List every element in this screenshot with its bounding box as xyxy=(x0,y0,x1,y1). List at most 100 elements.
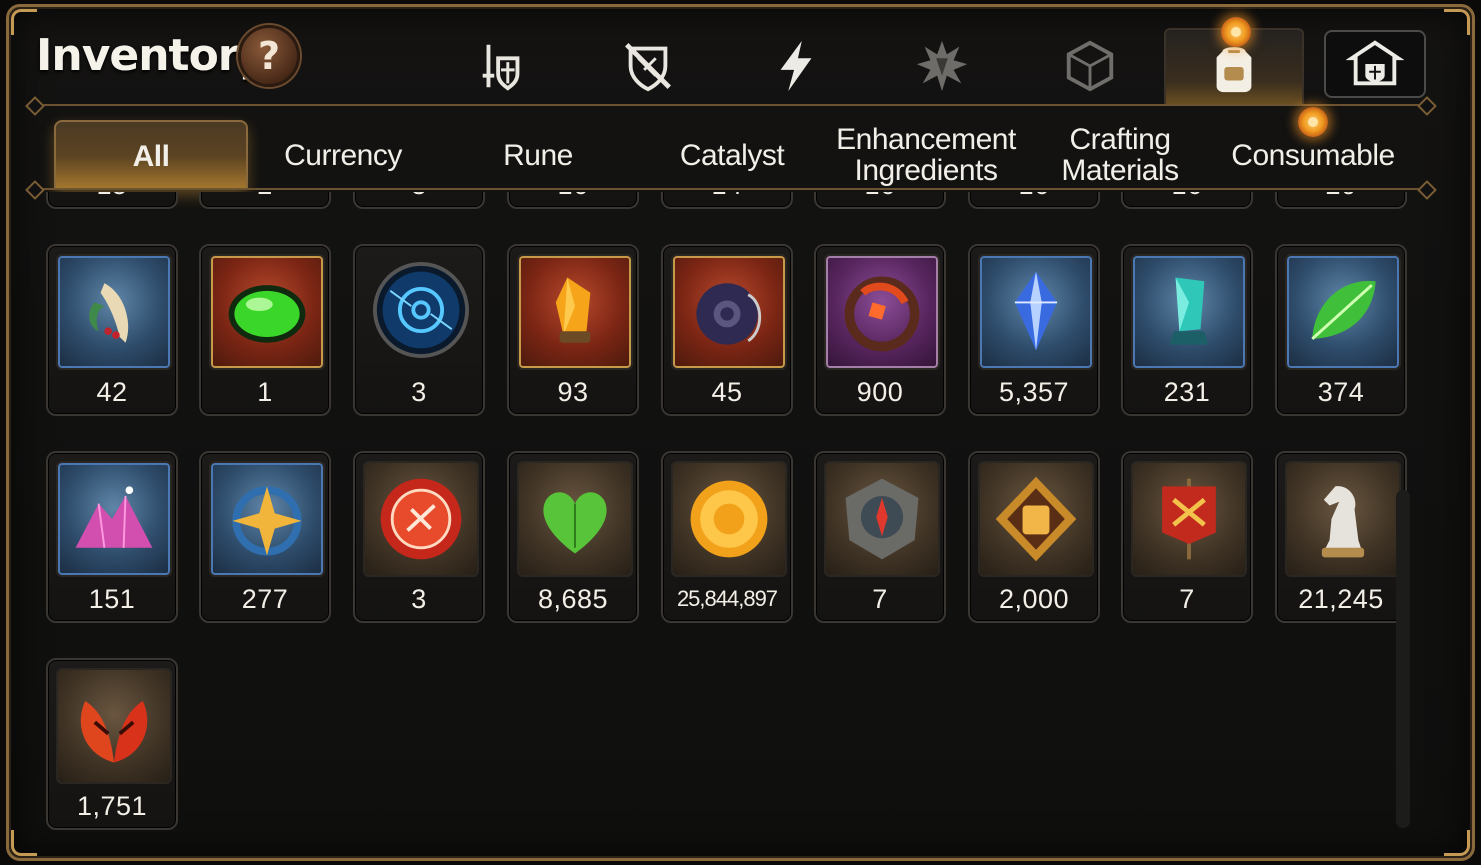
inventory-slot[interactable]: 374 xyxy=(1275,244,1407,416)
inventory-slot[interactable]: 16 xyxy=(507,192,639,209)
ginseng-root-icon xyxy=(89,283,129,343)
item-count: 15 xyxy=(48,192,176,201)
crossed-shield-icon xyxy=(625,43,671,92)
item-icon-frame xyxy=(1131,461,1247,577)
tab-crafting-materials[interactable]: Crafting Materials xyxy=(1023,120,1217,190)
item-count: 151 xyxy=(88,584,136,614)
inventory-slot[interactable]: 20 xyxy=(1275,192,1407,209)
item-count: 277 xyxy=(241,584,289,614)
inventory-slot[interactable]: 3 xyxy=(353,244,485,416)
inventory-slot[interactable]: 3 xyxy=(353,192,485,209)
red-seal-badge-icon xyxy=(380,478,462,560)
item-count: 231 xyxy=(1163,377,1211,407)
inventory-slot[interactable]: 15 xyxy=(46,192,178,209)
item-count: 2 xyxy=(201,192,329,201)
cube-icon xyxy=(1066,40,1114,92)
inventory-slot[interactable]: 277 xyxy=(199,451,331,623)
notification-dot xyxy=(1221,17,1251,47)
item-count: 21,245 xyxy=(1298,584,1384,614)
inventory-slot[interactable]: 16 xyxy=(1121,192,1253,209)
green-heart-icon xyxy=(543,492,607,554)
tab-skill[interactable] xyxy=(726,28,866,104)
war-banner-icon xyxy=(1162,478,1216,560)
item-icon-frame xyxy=(824,461,940,577)
item-count: 3 xyxy=(411,584,427,614)
inventory-slot[interactable]: 2 xyxy=(199,192,331,209)
item-icon-frame xyxy=(209,461,325,577)
inventory-slot[interactable]: 1,751 xyxy=(46,658,178,830)
purple-ring-icon xyxy=(696,283,762,345)
item-count: 20 xyxy=(1277,192,1405,201)
inventory-slot[interactable]: 1 xyxy=(199,244,331,416)
item-count: 1 xyxy=(257,377,273,407)
item-count: 1,751 xyxy=(76,791,148,821)
item-count: 2,000 xyxy=(998,584,1070,614)
tab-box[interactable] xyxy=(1020,28,1160,104)
tab-enhancement-ingredients[interactable]: Enhancement Ingredients xyxy=(829,120,1023,190)
item-count: 7 xyxy=(872,584,888,614)
tab-all[interactable]: All xyxy=(54,120,248,190)
item-count: 374 xyxy=(1317,377,1365,407)
item-count: 5,357 xyxy=(998,377,1070,407)
amber-crystal-icon xyxy=(555,277,591,343)
inventory-slot[interactable]: 25,844,897 xyxy=(661,451,793,623)
tab-currency[interactable]: Currency xyxy=(246,120,440,190)
lightning-icon xyxy=(780,40,812,92)
inventory-slot[interactable]: 7 xyxy=(814,451,946,623)
item-count: 14 xyxy=(663,192,791,201)
scrollbar[interactable] xyxy=(1396,490,1410,828)
item-count: 7 xyxy=(1179,584,1195,614)
inventory-slot[interactable]: 14 xyxy=(661,192,793,209)
item-icon-frame xyxy=(363,461,479,577)
blue-rune-disc-icon xyxy=(373,262,469,358)
inventory-slot[interactable]: 8,685 xyxy=(507,451,639,623)
inventory-slot[interactable]: 21,245 xyxy=(1275,451,1407,623)
item-count: 900 xyxy=(856,377,904,407)
inventory-slot[interactable]: 42 xyxy=(46,244,178,416)
flame-ring-icon xyxy=(844,276,920,352)
item-count: 16 xyxy=(509,192,637,201)
item-icon-frame xyxy=(517,254,633,370)
inventory-slot[interactable]: 7 xyxy=(1121,451,1253,623)
item-icon-frame xyxy=(1285,461,1401,577)
item-count: 93 xyxy=(557,377,589,407)
item-icon-frame xyxy=(1285,254,1401,370)
help-button[interactable]: ? xyxy=(238,25,300,87)
frame-corner xyxy=(11,9,37,35)
inventory-slot[interactable]: 151 xyxy=(46,451,178,623)
inventory-slot[interactable]: 3 xyxy=(353,451,485,623)
tab-rune[interactable]: Rune xyxy=(441,120,635,190)
inventory-slot[interactable]: 900 xyxy=(814,244,946,416)
inventory-slot[interactable]: 16 xyxy=(814,192,946,209)
blue-gem-icon xyxy=(1014,271,1058,351)
red-leaves-icon xyxy=(80,701,148,763)
inventory-slot[interactable]: 231 xyxy=(1121,244,1253,416)
item-count: 16 xyxy=(970,192,1098,201)
gold-sun-coin-icon xyxy=(690,480,768,558)
item-count: 3 xyxy=(411,377,427,407)
tab-equipment[interactable] xyxy=(432,28,572,104)
chess-knight-icon xyxy=(1321,486,1365,558)
item-icon-frame xyxy=(359,248,483,372)
inventory-grid: 15 2 3 16 14 16 16 16 20 42 1 3 93 45 900 5,357 231 374 15… xyxy=(0,192,1481,842)
inventory-slot[interactable]: 45 xyxy=(661,244,793,416)
tab-catalyst[interactable]: Catalyst xyxy=(635,120,829,190)
frame-corner xyxy=(1444,9,1470,35)
inventory-slot[interactable]: 93 xyxy=(507,244,639,416)
green-orb-icon xyxy=(228,285,306,343)
inventory-slot[interactable]: 16 xyxy=(968,192,1100,209)
item-count: 16 xyxy=(816,192,944,201)
green-leaf-icon xyxy=(1311,280,1376,340)
tabs-divider xyxy=(34,188,1428,190)
inventory-slot[interactable]: 5,357 xyxy=(968,244,1100,416)
inventory-slot[interactable]: 2,000 xyxy=(968,451,1100,623)
item-count: 3 xyxy=(355,192,483,201)
castle-shield-icon xyxy=(1346,40,1404,86)
tab-guild[interactable] xyxy=(1324,30,1426,98)
sword-shield-icon xyxy=(482,44,520,91)
item-icon-frame xyxy=(671,254,787,370)
page-title: Inventory xyxy=(36,30,267,81)
tab-emblem[interactable] xyxy=(872,28,1012,104)
header-divider xyxy=(34,104,1428,106)
tab-unequipped[interactable] xyxy=(578,28,718,104)
